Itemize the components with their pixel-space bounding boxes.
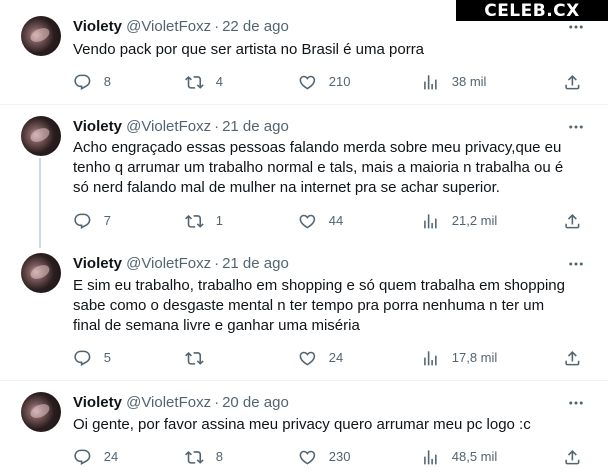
display-name[interactable]: Violety bbox=[73, 18, 122, 35]
tweet-text: Vendo pack por que ser artista no Brasil… bbox=[73, 41, 425, 58]
reply-icon bbox=[74, 213, 91, 229]
view-count: 21,2 mil bbox=[451, 213, 498, 228]
views-icon bbox=[424, 449, 437, 465]
views-button[interactable]: 48,5 mil bbox=[421, 447, 497, 467]
like-count: 44 bbox=[328, 213, 344, 228]
views-icon bbox=[424, 213, 437, 229]
heart-icon bbox=[299, 450, 316, 465]
retweet-icon bbox=[185, 214, 204, 228]
reply-icon bbox=[74, 74, 91, 90]
tweet-header: Violety @VioletFoxz · 20 de ago bbox=[73, 393, 289, 413]
retweet-button[interactable]: 4 bbox=[185, 72, 223, 92]
reply-icon bbox=[74, 449, 91, 465]
more-options-icon[interactable] bbox=[566, 117, 586, 137]
reply-count: 24 bbox=[103, 449, 119, 464]
share-icon bbox=[565, 74, 580, 90]
views-button[interactable]: 38 mil bbox=[421, 72, 486, 92]
share-icon bbox=[565, 449, 580, 465]
heart-icon bbox=[299, 214, 316, 229]
separator-dot: · bbox=[214, 18, 220, 35]
avatar[interactable] bbox=[21, 16, 61, 56]
share-button[interactable] bbox=[563, 72, 582, 92]
tweet-actions: 8 4 210 38 mil bbox=[73, 72, 588, 92]
like-button[interactable]: 210 bbox=[298, 72, 350, 92]
retweet-icon bbox=[185, 450, 204, 464]
display-name[interactable]: Violety bbox=[73, 118, 122, 135]
separator-dot: · bbox=[214, 394, 220, 411]
share-button[interactable] bbox=[563, 447, 582, 467]
reply-button[interactable]: 8 bbox=[73, 72, 111, 92]
more-options-icon[interactable] bbox=[566, 254, 586, 274]
avatar[interactable] bbox=[21, 253, 61, 293]
tweet-text: Acho engraçado essas pessoas falando mer… bbox=[73, 139, 564, 196]
retweet-count: 8 bbox=[215, 449, 223, 464]
avatar[interactable] bbox=[21, 392, 61, 432]
retweet-count: 4 bbox=[215, 74, 223, 89]
user-handle[interactable]: @VioletFoxz bbox=[126, 394, 211, 411]
tweet-actions: 7 1 44 21,2 mil bbox=[73, 211, 588, 231]
avatar[interactable] bbox=[21, 116, 61, 156]
tweet-actions: 5 24 17,8 mil bbox=[73, 348, 588, 368]
like-button[interactable]: 230 bbox=[298, 447, 350, 467]
tweet-header: Violety @VioletFoxz · 21 de ago bbox=[73, 254, 289, 274]
tweet-text: E sim eu trabalho, trabalho em shopping … bbox=[73, 277, 565, 334]
share-icon bbox=[565, 350, 580, 366]
user-handle[interactable]: @VioletFoxz bbox=[126, 255, 211, 272]
view-count: 48,5 mil bbox=[451, 449, 498, 464]
view-count: 17,8 mil bbox=[451, 350, 498, 365]
thread-line bbox=[39, 158, 41, 248]
retweet-button[interactable]: 8 bbox=[185, 447, 223, 467]
heart-icon bbox=[299, 351, 316, 366]
tweet-divider bbox=[0, 104, 608, 105]
more-options-icon[interactable] bbox=[566, 393, 586, 413]
reply-count: 8 bbox=[103, 74, 111, 89]
reply-count: 5 bbox=[103, 350, 111, 365]
retweet-button[interactable]: 1 bbox=[185, 211, 223, 231]
tweet-divider bbox=[0, 380, 608, 381]
tweet-feed: Violety @VioletFoxz · 22 de ago Vendo pack… bbox=[0, 0, 608, 476]
retweet-icon bbox=[185, 75, 204, 89]
tweet-date[interactable]: 22 de ago bbox=[222, 18, 289, 35]
like-button[interactable]: 24 bbox=[298, 348, 343, 368]
views-button[interactable]: 17,8 mil bbox=[421, 348, 497, 368]
like-count: 230 bbox=[328, 449, 351, 464]
tweet-date[interactable]: 21 de ago bbox=[222, 118, 289, 135]
like-count: 24 bbox=[328, 350, 344, 365]
user-handle[interactable]: @VioletFoxz bbox=[126, 18, 211, 35]
retweet-count: 1 bbox=[215, 213, 223, 228]
reply-button[interactable]: 24 bbox=[73, 447, 118, 467]
user-handle[interactable]: @VioletFoxz bbox=[126, 118, 211, 135]
tweet-text: Oi gente, por favor assina meu privacy q… bbox=[73, 416, 531, 433]
share-button[interactable] bbox=[563, 211, 582, 231]
views-icon bbox=[424, 74, 437, 90]
like-button[interactable]: 44 bbox=[298, 211, 343, 231]
watermark-logo: CELEB.CX bbox=[456, 0, 608, 21]
views-icon bbox=[424, 350, 437, 366]
reply-button[interactable]: 5 bbox=[73, 348, 111, 368]
reply-button[interactable]: 7 bbox=[73, 211, 111, 231]
display-name[interactable]: Violety bbox=[73, 255, 122, 272]
retweet-button[interactable] bbox=[185, 348, 216, 368]
tweet-header: Violety @VioletFoxz · 21 de ago bbox=[73, 117, 289, 137]
separator-dot: · bbox=[214, 255, 220, 272]
display-name[interactable]: Violety bbox=[73, 394, 122, 411]
tweet-actions: 24 8 230 48,5 mil bbox=[73, 447, 588, 467]
like-count: 210 bbox=[328, 74, 351, 89]
share-icon bbox=[565, 213, 580, 229]
separator-dot: · bbox=[214, 118, 220, 135]
share-button[interactable] bbox=[563, 348, 582, 368]
tweet-header: Violety @VioletFoxz · 22 de ago bbox=[73, 17, 289, 37]
view-count: 38 mil bbox=[451, 74, 487, 89]
retweet-icon bbox=[185, 351, 204, 365]
heart-icon bbox=[299, 75, 316, 90]
reply-count: 7 bbox=[103, 213, 111, 228]
views-button[interactable]: 21,2 mil bbox=[421, 211, 497, 231]
reply-icon bbox=[74, 350, 91, 366]
tweet-date[interactable]: 20 de ago bbox=[222, 394, 289, 411]
tweet-date[interactable]: 21 de ago bbox=[222, 255, 289, 272]
